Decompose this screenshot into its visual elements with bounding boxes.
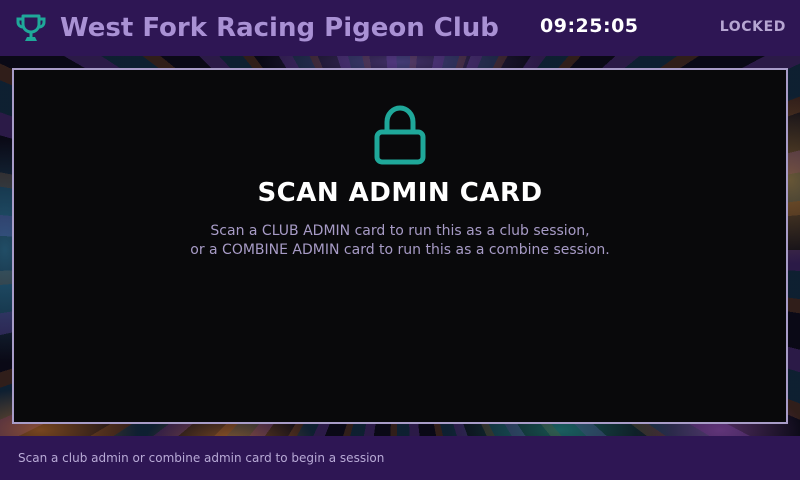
instruction-line-combine: or a COMBINE ADMIN card to run this as a… <box>190 242 610 258</box>
club-title: West Fork Racing Pigeon Club <box>60 13 499 43</box>
header-bar: West Fork Racing Pigeon Club 09:25:05 LO… <box>0 0 800 56</box>
scan-instructions: Scan a CLUB ADMIN card to run this as a … <box>14 222 786 260</box>
footer-hint: Scan a club admin or combine admin card … <box>18 451 385 465</box>
instruction-line-club: Scan a CLUB ADMIN card to run this as a … <box>210 223 590 239</box>
lock-status-badge: LOCKED <box>719 19 786 35</box>
clock-display: 09:25:05 <box>540 15 639 37</box>
footer-bar: Scan a club admin or combine admin card … <box>0 436 800 480</box>
lock-icon <box>14 104 786 166</box>
scan-heading: SCAN ADMIN CARD <box>257 178 543 208</box>
scan-card-panel: SCAN ADMIN CARD Scan a CLUB ADMIN card t… <box>12 68 788 424</box>
trophy-icon <box>14 11 48 45</box>
